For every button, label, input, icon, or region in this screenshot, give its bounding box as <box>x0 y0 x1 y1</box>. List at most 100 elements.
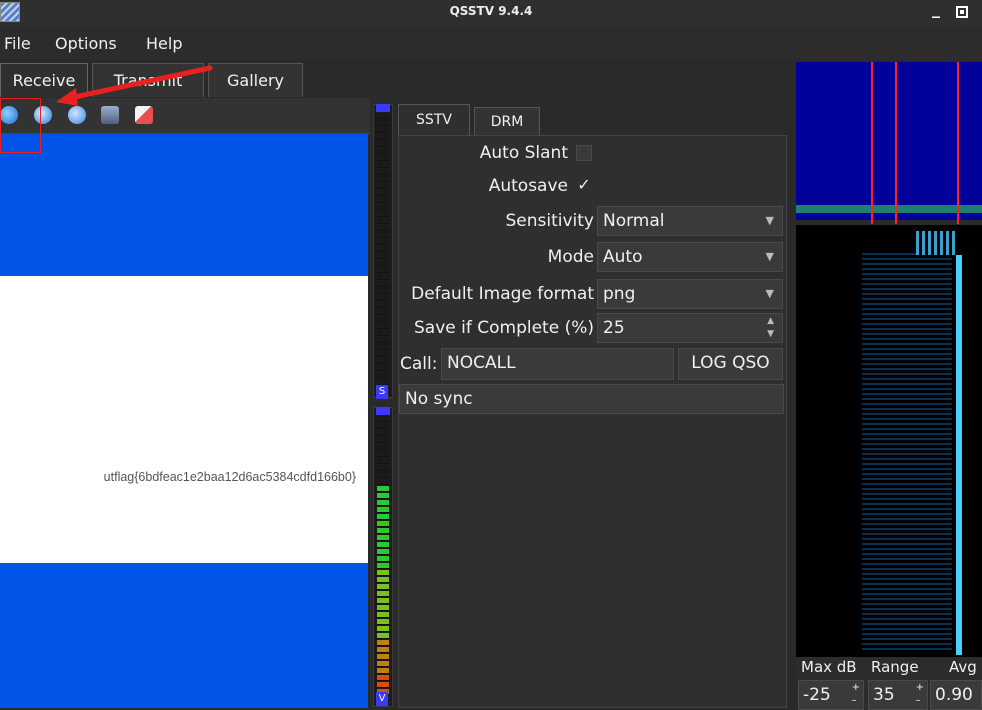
meter-segment <box>377 668 389 674</box>
volume-meter <box>373 407 393 707</box>
meter-segment <box>377 675 389 681</box>
meter-segment <box>377 309 389 315</box>
meter-segment <box>377 351 389 357</box>
meter-segment <box>377 225 389 231</box>
range-label: Range <box>871 658 919 676</box>
meter-segment <box>377 211 389 217</box>
autosave-checkbox[interactable]: ✓ <box>576 177 592 194</box>
received-image-text: utflag{6bdfeac1e2baa12d6ac5384cdfd166b0} <box>103 470 356 484</box>
meter-segment <box>377 246 389 252</box>
meter-segment <box>377 337 389 343</box>
meter-segment <box>377 444 389 450</box>
sync-meter-cap <box>376 104 390 112</box>
meter-segment <box>377 535 389 541</box>
range-value: 35 <box>873 685 895 705</box>
meter-segment <box>377 577 389 583</box>
spin-arrows-icon: ▲ ▼ <box>767 316 774 339</box>
meter-segment <box>377 647 389 653</box>
meter-segment <box>377 232 389 238</box>
avg-label: Avg <box>949 658 977 676</box>
meter-segment <box>377 486 389 492</box>
auto-slant-label: Auto Slant <box>479 143 568 163</box>
tab-drm[interactable]: DRM <box>474 107 540 135</box>
spectrum-display <box>796 62 982 220</box>
meter-segment <box>377 654 389 660</box>
meter-segment <box>377 584 389 590</box>
menu-file[interactable]: File <box>4 34 31 53</box>
minimize-button[interactable]: _ <box>926 0 946 22</box>
meter-segment <box>377 358 389 364</box>
meter-segment <box>377 640 389 646</box>
save-if-complete-label: Save if Complete (%) <box>414 318 594 338</box>
meter-segment <box>377 155 389 161</box>
meter-segment <box>377 302 389 308</box>
meter-segment <box>377 528 389 534</box>
meter-segment <box>377 591 389 597</box>
meter-segment <box>377 281 389 287</box>
chevron-down-icon: ▼ <box>765 287 774 300</box>
call-input[interactable]: NOCALL <box>441 348 674 380</box>
menu-help[interactable]: Help <box>146 34 182 53</box>
meter-segment <box>377 612 389 618</box>
maximize-button[interactable] <box>952 0 972 22</box>
tab-gallery[interactable]: Gallery <box>208 63 303 97</box>
meter-segment <box>377 204 389 210</box>
meter-segment <box>377 458 389 464</box>
meter-segment <box>377 316 389 322</box>
meter-segment <box>377 619 389 625</box>
meter-segment <box>377 556 389 562</box>
meter-segment <box>377 465 389 471</box>
window-title: QSSTV 9.4.4 <box>449 4 533 18</box>
spin-arrows-icon: + – <box>915 682 924 706</box>
meter-segment <box>377 437 389 443</box>
tab-sstv[interactable]: SSTV <box>398 104 470 136</box>
volume-meter-cap <box>376 407 390 415</box>
meter-segment <box>377 288 389 294</box>
meter-segment <box>377 253 389 259</box>
meter-segment <box>377 176 389 182</box>
image-format-label: Default Image format <box>411 284 594 304</box>
chevron-down-icon: ▼ <box>765 250 774 263</box>
mode-value: Auto <box>603 247 643 267</box>
meter-segment <box>377 365 389 371</box>
meter-segment <box>377 372 389 378</box>
meter-segment <box>377 521 389 527</box>
meter-segment <box>377 661 389 667</box>
received-image-top-band <box>0 134 368 276</box>
meter-segment <box>377 430 389 436</box>
meter-segment <box>377 218 389 224</box>
meter-segment <box>377 633 389 639</box>
avg-spinbox[interactable]: 0.90 <box>930 680 982 710</box>
meter-segment <box>377 330 389 336</box>
marker-line <box>871 62 873 224</box>
sync-status: No sync <box>399 384 784 414</box>
annotation-arrow-icon <box>56 65 213 106</box>
meter-segment <box>377 134 389 140</box>
max-db-spinbox[interactable]: -25 + – <box>798 680 864 710</box>
sensitivity-label: Sensitivity <box>505 211 594 231</box>
meter-segment <box>377 542 389 548</box>
image-format-select[interactable]: png ▼ <box>597 279 783 309</box>
waterfall-display <box>796 225 982 657</box>
log-qso-button[interactable]: LOG QSO <box>678 348 783 380</box>
save-if-complete-spinbox[interactable]: 25 ▲ ▼ <box>597 313 783 343</box>
menu-options[interactable]: Options <box>55 34 117 53</box>
received-image-bottom-band <box>0 563 368 708</box>
meter-segment <box>377 169 389 175</box>
max-db-label: Max dB <box>801 658 857 676</box>
meter-segment <box>377 416 389 422</box>
autosave-label: Autosave <box>488 176 568 196</box>
mode-select[interactable]: Auto ▼ <box>597 242 783 272</box>
meter-segment <box>377 141 389 147</box>
waterfall-carrier <box>956 255 962 655</box>
spectrum-baseline <box>796 205 982 213</box>
meter-segment <box>377 493 389 499</box>
meter-segment <box>377 605 389 611</box>
range-spinbox[interactable]: 35 + – <box>868 680 928 710</box>
sensitivity-select[interactable]: Normal ▼ <box>597 206 783 236</box>
meter-segment <box>377 120 389 126</box>
auto-slant-checkbox[interactable] <box>576 145 592 161</box>
meter-segment <box>377 295 389 301</box>
meter-segment <box>377 113 389 119</box>
waterfall-signal <box>862 253 952 653</box>
